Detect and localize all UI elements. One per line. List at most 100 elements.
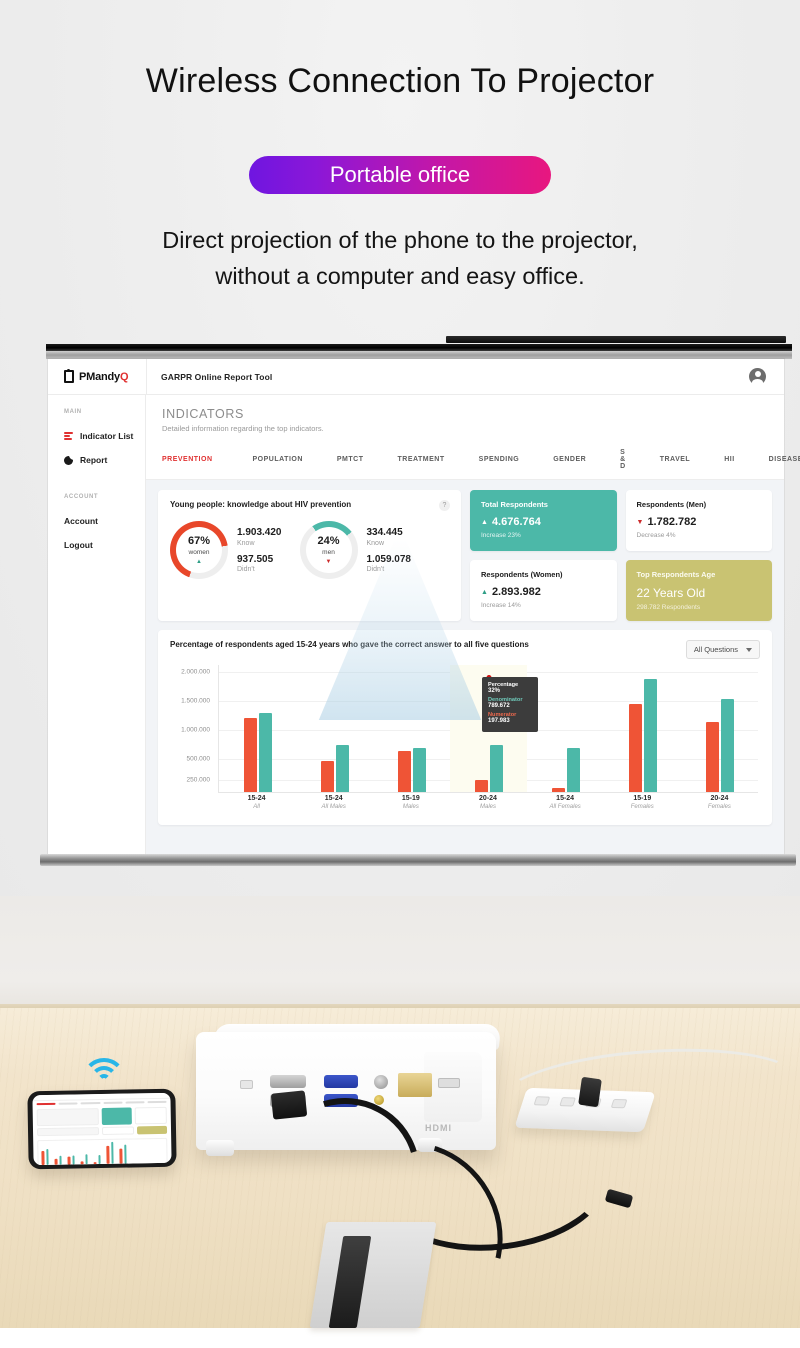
x-tick-group: All [253,804,260,810]
bar-denominator[interactable] [720,699,734,792]
phone-bar [84,1154,88,1165]
triangle-up-icon: ▲ [481,518,488,526]
stat-note: 298.782 Respondents [636,604,701,611]
bar-denominator[interactable] [412,748,426,792]
page-title: Wireless Connection To Projector [145,62,655,100]
donut-group-women: 67% women ▲ 1.903.420 Know 937.505 Didn'… [170,521,282,579]
sidebar-item-logout[interactable]: Logout [48,533,145,557]
x-tick-age: 15-24 [247,795,266,802]
tab-treatment[interactable]: TREATMENT [398,450,445,472]
bar-group[interactable] [296,665,373,792]
x-tick-label: 20-24 Females [681,795,758,810]
user-avatar-icon[interactable] [749,368,766,386]
avatar-container[interactable] [749,368,784,386]
phone-tab [125,1101,145,1104]
tab-gender[interactable]: GENDER [553,450,586,472]
dashboard-body: MAIN Indicator List Report ACCOUNT Accou… [48,395,800,859]
triangle-down-icon: ▼ [325,558,332,565]
stat-value: 4.676.764 [491,516,541,528]
phone-cards-row [33,1105,171,1128]
brand-logo[interactable]: PMandyQ [48,369,146,383]
donut-group-men: 24% men ▼ 334.445 Know 1.059.078 Didn't [299,521,411,579]
screen-bottom-bar [40,854,796,866]
sidebar-item-account[interactable]: Account [48,509,145,533]
bar-group[interactable] [373,665,450,792]
projector-foot [206,1140,234,1156]
phone-tab [103,1101,123,1104]
tab-pmtct[interactable]: PMTCT [337,450,364,472]
x-tick-group: All Females [549,804,581,810]
sidebar-item-report[interactable]: Report [48,448,145,472]
document-mark-icon [64,369,74,383]
brand-name-accent: Q [119,370,129,383]
bar-group[interactable] [219,665,296,792]
dashboard-app: PMandyQ GARPR Online Report Tool MAIN In… [48,358,800,859]
tab-prevention[interactable]: PREVENTION [162,450,213,472]
stat-value: 22 Years Old [636,586,706,600]
knowledge-card-title: Young people: knowledge about HIV preven… [170,500,352,509]
stat-value-row: 22 Years Old [637,586,762,600]
bar-numerator[interactable] [320,761,334,792]
bar-numerator[interactable] [551,788,565,792]
phone-card [36,1108,99,1127]
bar-numerator[interactable] [397,751,411,792]
bar-chart-header: Percentage of respondents aged 15-24 yea… [170,640,760,659]
tooltip-numerator-value: 197.983 [488,718,510,724]
bar-numerator[interactable] [243,718,257,792]
tab-travel[interactable]: TRAVEL [660,450,690,472]
stat-card-respondents-men: Respondents (Men) ▼ 1.782.782 Decrease 4… [625,490,772,551]
tab-hii[interactable]: HII [724,450,734,472]
bar-denominator[interactable] [258,713,272,792]
stat-title: Respondents (Men) [636,500,707,509]
stat-note: Increase 23% [481,532,521,539]
phone-bar [93,1162,97,1165]
phone-card-teal [101,1107,132,1126]
stat-title: Total Respondents [481,500,548,509]
chevron-down-icon [746,647,752,652]
x-tick-age: 15-19 [633,795,652,802]
tab-diseases[interactable]: DISEASES [769,450,800,472]
tab-s-and-d[interactable]: S & D [620,443,626,479]
screen-roller-bar [46,344,792,351]
donut-chart-men: 24% men ▼ [299,521,358,579]
x-tick-age: 20-24 [710,795,729,802]
bar-numerator[interactable] [705,722,719,792]
brand-name: PMandyQ [79,370,129,383]
bar-denominator[interactable] [643,679,657,792]
tab-spending[interactable]: SPENDING [479,450,520,472]
wifi-signal-icon [78,1058,130,1092]
stat-card-respondents-women: Respondents (Women) ▲ 2.893.982 Increase… [470,560,617,621]
bar-numerator[interactable] [628,704,642,792]
donut-stats-women: 1.903.420 Know 937.505 Didn't [237,527,282,573]
bar-group[interactable] [604,665,681,792]
donut-chart-women: 67% women ▲ [170,521,228,579]
phone-bar-chart [37,1137,168,1166]
stat-card-top-respondents-age: Top Respondents Age 22 Years Old 298.782… [625,560,772,621]
bar-numerator[interactable] [474,780,488,792]
bar-denominator[interactable] [566,748,580,792]
questions-filter-select[interactable]: All Questions [685,640,760,659]
dashboard-content: Young people: knowledge about HIV preven… [146,480,784,859]
bar-denominator[interactable] [335,745,349,792]
help-question-icon[interactable]: ? [439,500,450,511]
dvi-port-icon [398,1073,432,1097]
bar-denominator[interactable] [489,745,503,792]
tab-bar: PREVENTION POPULATION PMTCT TREATMENT SP… [146,433,800,480]
sidebar-item-indicator-list[interactable]: Indicator List [48,424,145,448]
hero-subtitle: Direct projection of the phone to the pr… [80,222,720,294]
phone-bar [54,1158,58,1165]
phone-card-olive [136,1125,168,1135]
y-tick-label: 2.000.000 [181,668,210,676]
questions-filter-label: All Questions [693,645,738,654]
know-value: 1.903.420 [237,527,282,538]
page-header: INDICATORS Detailed information regardin… [146,395,784,433]
cable-tray-icon [309,1222,437,1328]
bar-group[interactable] [681,665,758,792]
x-tick-label: 20-24 Males [449,795,526,810]
bar-group[interactable] [527,665,604,792]
x-tick-label: 15-19 Males [372,795,449,810]
sidebar-item-label: Report [80,455,108,465]
phone-bar [58,1155,62,1165]
tab-population[interactable]: POPULATION [253,450,303,472]
hdmi-port-icon [438,1078,460,1088]
